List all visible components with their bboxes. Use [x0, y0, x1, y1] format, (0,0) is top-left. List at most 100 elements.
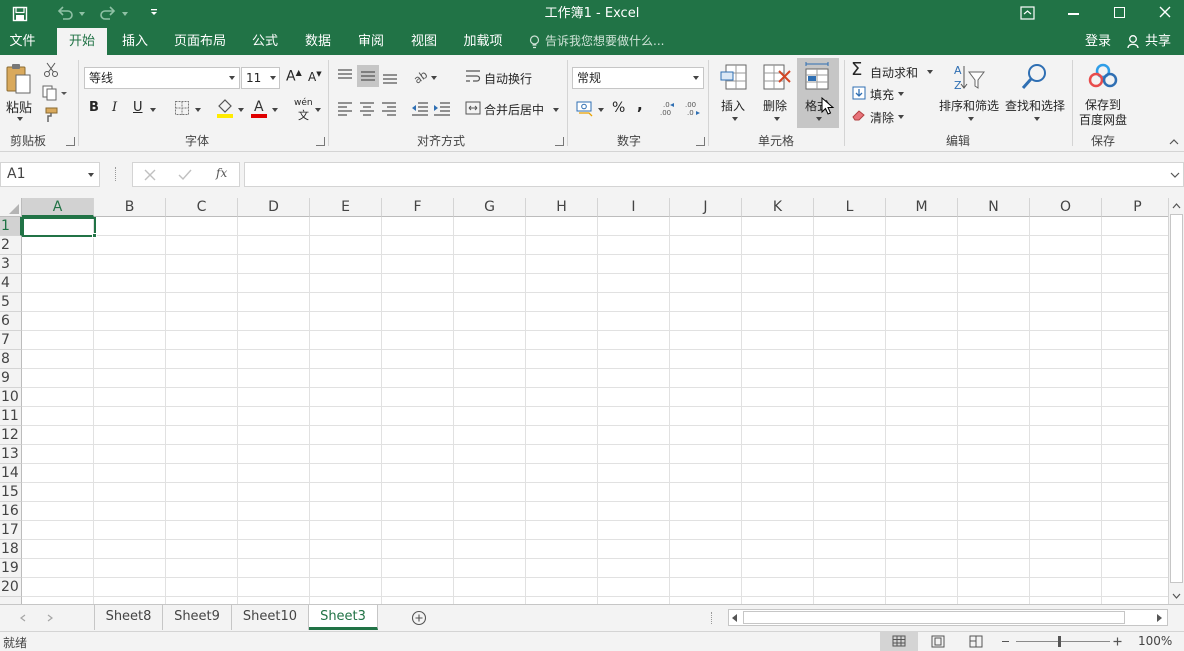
column-header[interactable]: H	[526, 198, 598, 217]
sheet-tab-sheet8[interactable]: Sheet8	[95, 605, 163, 630]
align-center-icon[interactable]	[359, 100, 375, 116]
horizontal-scroll-thumb[interactable]	[743, 611, 1125, 624]
paste-dropdown-icon[interactable]	[17, 117, 23, 121]
font-size-dropdown-icon[interactable]	[270, 76, 276, 80]
border-icon[interactable]	[174, 100, 190, 116]
orientation-icon[interactable]: ab	[412, 67, 430, 85]
percent-style-button[interactable]: %	[612, 100, 625, 116]
tab-formulas[interactable]: 公式	[244, 28, 286, 55]
merge-center-button[interactable]: 合并后居中	[484, 101, 544, 118]
page-break-view-icon[interactable]	[969, 635, 983, 648]
fill-button[interactable]: 填充	[870, 86, 894, 103]
tab-view[interactable]: 视图	[403, 28, 445, 55]
cancel-entry-icon[interactable]	[144, 169, 156, 181]
row-header[interactable]: 3	[0, 255, 22, 274]
share-person-icon[interactable]	[1127, 34, 1141, 49]
column-header[interactable]: F	[382, 198, 454, 217]
zoom-slider-thumb[interactable]	[1058, 636, 1061, 647]
fill-down-icon[interactable]	[852, 86, 866, 100]
row-header[interactable]: 4	[0, 274, 22, 293]
vertical-scroll-thumb[interactable]	[1170, 214, 1183, 583]
accounting-dropdown-icon[interactable]	[598, 108, 604, 112]
row-header[interactable]: 9	[0, 369, 22, 388]
increase-indent-icon[interactable]	[433, 100, 451, 116]
increase-font-icon[interactable]: A▲	[286, 68, 302, 85]
tab-addins[interactable]: 加载项	[455, 28, 511, 55]
autosum-button[interactable]: 自动求和	[870, 64, 918, 81]
sheet-tab-sheet10[interactable]: Sheet10	[232, 605, 309, 630]
decrease-indent-icon[interactable]	[411, 100, 429, 116]
sort-filter-dropdown-icon[interactable]	[968, 117, 974, 121]
insert-cells-button[interactable]: 插入	[716, 60, 752, 128]
name-box-dropdown-icon[interactable]	[88, 173, 94, 177]
page-layout-view-icon[interactable]	[931, 635, 945, 648]
formula-bar-grip[interactable]	[115, 167, 118, 181]
format-cells-dropdown-icon[interactable]	[816, 117, 822, 121]
alignment-launcher-icon[interactable]	[555, 137, 564, 146]
minimize-icon[interactable]	[1068, 13, 1079, 15]
tab-split-grip[interactable]	[711, 612, 714, 624]
font-launcher-icon[interactable]	[316, 137, 325, 146]
fill-handle[interactable]	[92, 233, 97, 238]
orientation-dropdown-icon[interactable]	[431, 76, 437, 80]
row-header[interactable]: 19	[0, 559, 22, 578]
underline-dropdown-icon[interactable]	[150, 108, 156, 112]
insert-cells-dropdown-icon[interactable]	[732, 117, 738, 121]
row-header[interactable]: 15	[0, 483, 22, 502]
sheet-tab-sheet3[interactable]: Sheet3	[309, 605, 378, 630]
align-bottom-icon[interactable]	[381, 67, 399, 85]
scroll-left-icon[interactable]	[732, 614, 738, 622]
tab-home[interactable]: 开始	[57, 28, 107, 55]
clear-eraser-icon[interactable]	[852, 109, 866, 121]
align-top-icon[interactable]	[336, 67, 354, 85]
increase-decimal-icon[interactable]: .0 .00	[660, 100, 678, 116]
column-header[interactable]: P	[1102, 198, 1174, 217]
number-format-dropdown-icon[interactable]	[693, 76, 699, 80]
zoom-slider-track[interactable]	[1016, 641, 1110, 642]
row-header[interactable]: 5	[0, 293, 22, 312]
underline-button[interactable]: U	[133, 100, 143, 115]
merge-center-icon[interactable]	[465, 100, 481, 116]
scroll-sheets-right-icon[interactable]	[47, 614, 53, 622]
close-icon[interactable]	[1159, 6, 1171, 18]
row-header[interactable]: 14	[0, 464, 22, 483]
find-select-button[interactable]: 查找和选择	[1003, 60, 1067, 128]
font-name-select[interactable]: 等线	[84, 67, 240, 89]
row-header[interactable]	[0, 597, 22, 604]
ribbon-display-options-icon[interactable]	[1020, 6, 1035, 20]
fill-color-icon[interactable]	[216, 98, 234, 118]
row-header[interactable]: 8	[0, 350, 22, 369]
fill-dropdown-icon[interactable]	[898, 92, 904, 96]
clear-dropdown-icon[interactable]	[898, 115, 904, 119]
row-header[interactable]: 2	[0, 236, 22, 255]
column-header[interactable]: C	[166, 198, 238, 217]
row-header[interactable]: 12	[0, 426, 22, 445]
row-header[interactable]: 13	[0, 445, 22, 464]
sort-filter-button[interactable]: A Z 排序和筛选	[938, 60, 1000, 128]
column-header[interactable]: A	[22, 198, 94, 217]
paste-button[interactable]: 粘贴	[3, 60, 35, 128]
accounting-format-icon[interactable]	[576, 99, 594, 117]
merge-dropdown-icon[interactable]	[553, 108, 559, 112]
italic-button[interactable]: I	[112, 100, 117, 115]
horizontal-scrollbar[interactable]	[728, 609, 1168, 626]
save-to-baidu-button[interactable]: 保存到 百度网盘	[1076, 60, 1130, 128]
redo-icon[interactable]	[99, 5, 117, 21]
tab-page-layout[interactable]: 页面布局	[166, 28, 234, 55]
zoom-in-icon[interactable]	[1113, 637, 1122, 646]
formula-input[interactable]	[244, 162, 1184, 187]
normal-view-button[interactable]	[880, 632, 918, 651]
delete-cells-dropdown-icon[interactable]	[774, 117, 780, 121]
redo-dropdown-icon[interactable]	[122, 12, 128, 16]
font-name-dropdown-icon[interactable]	[229, 76, 235, 80]
column-header[interactable]: J	[670, 198, 742, 217]
zoom-out-icon[interactable]	[1002, 641, 1009, 643]
customize-qat-icon[interactable]	[149, 7, 159, 17]
font-color-icon[interactable]: A	[250, 98, 268, 118]
tab-data[interactable]: 数据	[296, 28, 340, 55]
active-cell[interactable]	[22, 217, 96, 237]
format-cells-button[interactable]: 格式	[797, 58, 839, 128]
save-icon[interactable]	[12, 6, 28, 22]
sheet-tab-sheet9[interactable]: Sheet9	[163, 605, 232, 630]
font-color-dropdown-icon[interactable]	[272, 108, 278, 112]
